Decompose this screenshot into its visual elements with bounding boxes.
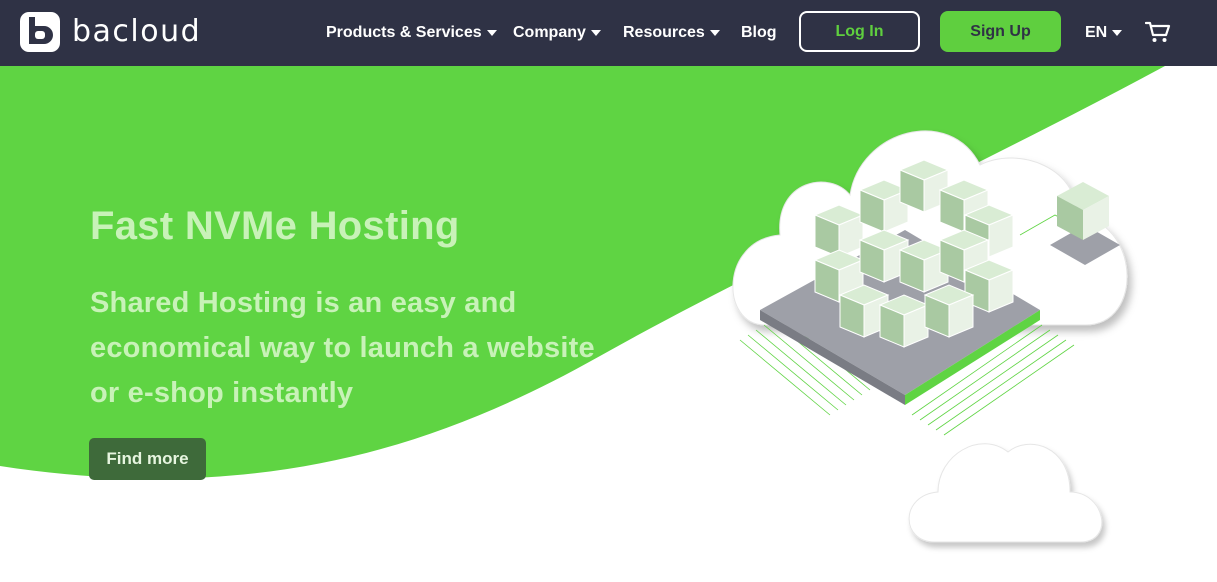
cart-icon[interactable] [1145, 20, 1171, 44]
find-more-button[interactable]: Find more [89, 438, 206, 480]
caret-down-icon [486, 30, 497, 36]
small-cloud-graphic [908, 443, 1103, 543]
server-cloud-illustration [732, 130, 1128, 436]
nav-products-services[interactable]: Products & Services [326, 0, 497, 66]
caret-down-icon [1112, 30, 1123, 36]
signup-button[interactable]: Sign Up [940, 11, 1061, 52]
caret-down-icon [709, 30, 720, 36]
bacloud-logo-icon [20, 12, 60, 52]
nav-label: Blog [741, 24, 777, 41]
nav-company[interactable]: Company [513, 0, 601, 66]
hero-subtitle: Shared Hosting is an easy and economical… [90, 287, 595, 409]
logo-text: bacloud [72, 14, 202, 49]
login-button[interactable]: Log In [799, 11, 920, 52]
nav-label: Products & Services [326, 24, 482, 41]
hero-title: Fast NVMe Hosting [90, 204, 460, 248]
caret-down-icon [590, 30, 601, 36]
language-selector[interactable]: EN [1085, 0, 1123, 66]
language-label: EN [1085, 24, 1108, 41]
nav-blog[interactable]: Blog [741, 0, 777, 66]
top-navbar: bacloud Products & Services Company Reso… [0, 0, 1217, 66]
brand-logo[interactable]: bacloud [20, 12, 201, 52]
nav-label: Resources [623, 24, 705, 41]
nav-label: Company [513, 24, 586, 41]
nav-resources[interactable]: Resources [623, 0, 720, 66]
